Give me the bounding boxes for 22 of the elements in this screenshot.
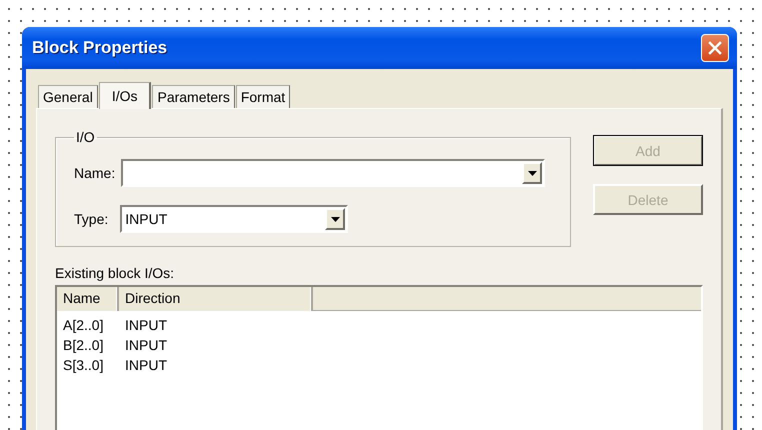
close-icon: [708, 41, 722, 55]
tab[interactable]: Format: [236, 85, 290, 108]
field-label: Name:: [74, 165, 116, 181]
window-title: Block Properties: [32, 38, 168, 58]
tab[interactable]: I/Os: [98, 82, 152, 109]
list-cell-text: INPUT: [124, 316, 168, 335]
column-header[interactable]: Direction: [119, 287, 313, 311]
field-label: Type:: [74, 211, 108, 227]
list-cell-text: B[2..0]: [62, 336, 104, 355]
list-cell-text: INPUT: [124, 336, 168, 355]
tab[interactable]: Parameters: [152, 85, 235, 108]
close-button[interactable]: [701, 34, 729, 62]
list-cell-text: INPUT: [124, 356, 168, 375]
type-combo-box[interactable]: INPUT: [120, 205, 348, 233]
name-combo-box[interactable]: [121, 159, 546, 187]
group-title: I/O: [75, 129, 96, 145]
list-view[interactable]: Name Direction A[2..0] INPUT B[2..0] INPUT S[3..0] INPUT: [55, 285, 703, 430]
list-label: Existing block I/Os:: [55, 265, 174, 281]
tab[interactable]: General: [38, 85, 98, 108]
list-cell-text: S[3..0]: [62, 356, 104, 375]
column-header[interactable]: Name: [57, 287, 119, 311]
list-cell-text: A[2..0]: [62, 316, 104, 335]
